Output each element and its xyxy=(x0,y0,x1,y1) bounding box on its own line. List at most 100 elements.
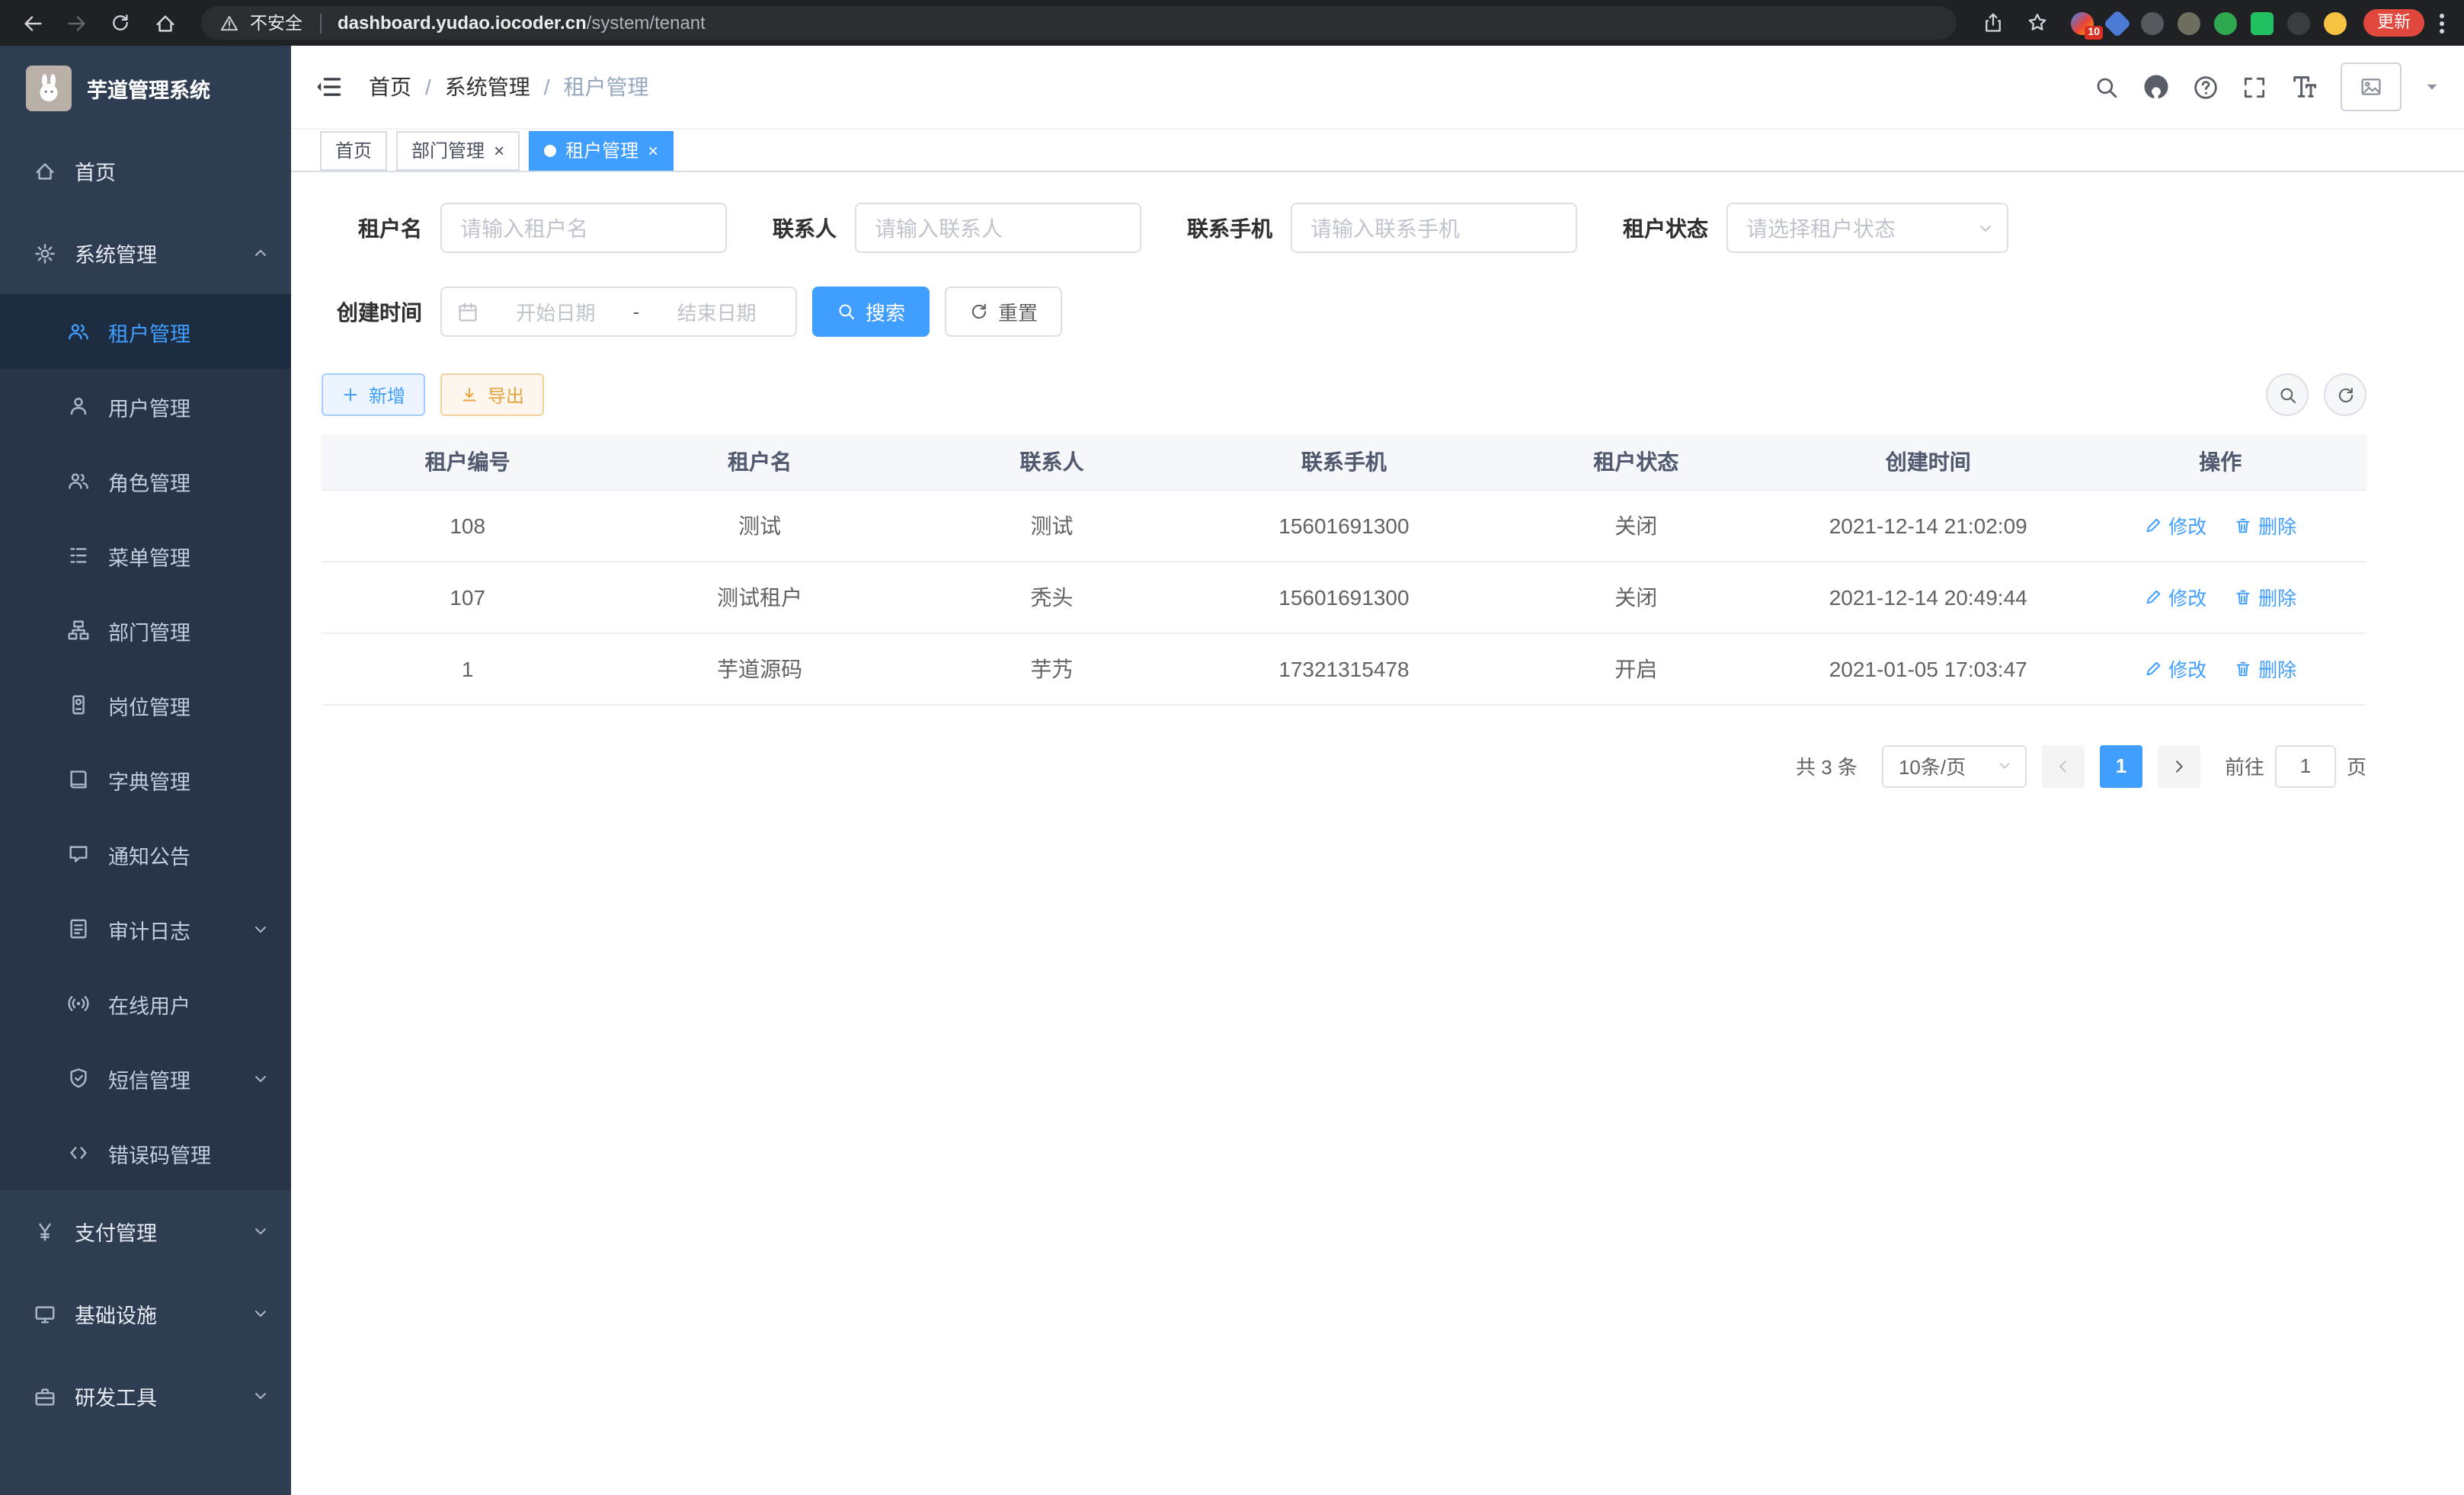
refresh-table-button[interactable] xyxy=(2324,373,2366,416)
security-label[interactable]: 不安全 xyxy=(250,11,302,35)
extension-icon-8[interactable] xyxy=(2324,11,2347,34)
delete-button[interactable]: 删除 xyxy=(2234,654,2296,683)
help-icon[interactable] xyxy=(2193,74,2219,100)
page-number[interactable]: 1 xyxy=(2100,744,2142,787)
org-tree-icon xyxy=(67,619,90,642)
sidebar-item-role[interactable]: 角色管理 xyxy=(0,443,291,518)
menu-fold-icon[interactable] xyxy=(315,73,343,101)
close-icon[interactable]: × xyxy=(494,141,504,159)
home-nav-icon[interactable] xyxy=(148,6,181,40)
delete-button[interactable]: 删除 xyxy=(2234,511,2296,539)
page-content: 租户名 联系人 联系手机 租户状态 xyxy=(291,172,2464,824)
create-time-label: 创建时间 xyxy=(322,296,422,327)
trash-icon xyxy=(2234,587,2252,606)
tenant-name-input[interactable] xyxy=(440,203,727,253)
sidebar: 芋道管理系统 首页 系统管理 租户管理 用户管理 角色管理 xyxy=(0,46,291,1495)
toolbox-icon xyxy=(34,1385,56,1407)
sidebar-item-dict[interactable]: 字典管理 xyxy=(0,742,291,817)
book-icon xyxy=(67,768,90,791)
sidebar-item-payment[interactable]: 支付管理 xyxy=(0,1190,291,1273)
page-size-select[interactable]: 10条/页 xyxy=(1882,744,2027,787)
sidebar-item-audit-log[interactable]: 审计日志 xyxy=(0,892,291,966)
sidebar-item-menu[interactable]: 菜单管理 xyxy=(0,518,291,593)
extension-icon-5[interactable] xyxy=(2214,11,2237,34)
close-icon[interactable]: × xyxy=(648,141,658,159)
table-header-row: 租户编号 租户名 联系人 联系手机 租户状态 创建时间 操作 xyxy=(322,434,2366,489)
fullscreen-icon[interactable] xyxy=(2242,74,2267,100)
sidebar-item-post[interactable]: 岗位管理 xyxy=(0,667,291,742)
toggle-search-button[interactable] xyxy=(2266,373,2309,416)
download-icon xyxy=(460,386,478,404)
edit-icon xyxy=(2144,516,2162,534)
share-icon[interactable] xyxy=(1976,6,2010,40)
refresh-icon xyxy=(969,302,989,322)
breadcrumb-system[interactable]: 系统管理 xyxy=(445,72,530,102)
phone-input[interactable] xyxy=(1291,203,1577,253)
sidebar-item-dept[interactable]: 部门管理 xyxy=(0,593,291,667)
delete-button[interactable]: 删除 xyxy=(2234,582,2296,611)
extension-icon-6[interactable] xyxy=(2251,11,2274,34)
add-button[interactable]: 新增 xyxy=(322,373,425,416)
back-icon[interactable] xyxy=(15,6,49,40)
users-icon xyxy=(67,320,90,343)
edit-button[interactable]: 修改 xyxy=(2144,511,2206,539)
table-row: 1 芋道源码 芋艿 17321315478 开启 2021-01-05 17:0… xyxy=(322,632,2366,704)
edit-button[interactable]: 修改 xyxy=(2144,582,2206,611)
system-submenu: 租户管理 用户管理 角色管理 菜单管理 部门管理 岗位管理 xyxy=(0,294,291,1190)
total-count: 共 3 条 xyxy=(1796,751,1858,780)
sidebar-item-infra[interactable]: 基础设施 xyxy=(0,1273,291,1355)
app-logo[interactable]: 芋道管理系统 xyxy=(0,46,291,130)
forward-icon[interactable] xyxy=(59,6,93,40)
extension-icon-3[interactable] xyxy=(2141,11,2164,34)
sidebar-item-user[interactable]: 用户管理 xyxy=(0,369,291,443)
prev-page-button[interactable] xyxy=(2042,744,2085,787)
extension-icon-2[interactable] xyxy=(2104,9,2132,37)
extension-icon-4[interactable] xyxy=(2178,11,2200,34)
sidebar-item-dev-tools[interactable]: 研发工具 xyxy=(0,1355,291,1437)
font-size-icon[interactable] xyxy=(2290,73,2318,101)
caret-down-icon[interactable] xyxy=(2424,79,2440,94)
url-text[interactable]: dashboard.yudao.iocoder.cn/system/tenant xyxy=(338,12,706,34)
bookmark-star-icon[interactable] xyxy=(2021,6,2054,40)
reload-icon[interactable] xyxy=(104,6,137,40)
tab-tenant[interactable]: 租户管理 × xyxy=(529,130,674,170)
sidebar-item-tenant[interactable]: 租户管理 xyxy=(0,294,291,369)
browser-menu-icon[interactable] xyxy=(2435,13,2449,33)
breadcrumb-home[interactable]: 首页 xyxy=(369,72,411,102)
chevron-down-icon xyxy=(1996,757,2013,774)
filter-contact: 联系人 xyxy=(773,203,1141,253)
filter-phone: 联系手机 xyxy=(1187,203,1577,253)
trash-icon xyxy=(2234,516,2252,534)
avatar[interactable] xyxy=(2341,62,2402,111)
update-button[interactable]: 更新 xyxy=(2363,9,2424,37)
sidebar-item-home[interactable]: 首页 xyxy=(0,130,291,212)
next-page-button[interactable] xyxy=(2158,744,2200,787)
sidebar-item-system[interactable]: 系统管理 xyxy=(0,212,291,294)
extension-icon-1[interactable]: 10 xyxy=(2071,11,2094,34)
tab-home[interactable]: 首页 xyxy=(320,130,387,170)
edit-button[interactable]: 修改 xyxy=(2144,654,2206,683)
sidebar-item-notice[interactable]: 通知公告 xyxy=(0,817,291,892)
extension-icon-7[interactable] xyxy=(2287,11,2310,34)
main-area: 首页 / 系统管理 / 租户管理 首页 xyxy=(291,46,2464,1495)
export-button[interactable]: 导出 xyxy=(440,373,544,416)
search-button[interactable]: 搜索 xyxy=(812,287,930,337)
app-title: 芋道管理系统 xyxy=(87,72,210,103)
search-icon[interactable] xyxy=(2094,74,2120,100)
gear-icon xyxy=(34,242,56,264)
sidebar-item-error-code[interactable]: 错误码管理 xyxy=(0,1116,291,1190)
status-select[interactable] xyxy=(1726,203,2008,253)
contact-input[interactable] xyxy=(855,203,1141,253)
table-toolbar: 新增 导出 xyxy=(322,373,2366,416)
goto-page-input[interactable] xyxy=(2275,744,2336,787)
date-range-picker[interactable]: 开始日期 - 结束日期 xyxy=(440,287,797,337)
reset-button[interactable]: 重置 xyxy=(945,287,1062,337)
tab-dept[interactable]: 部门管理 × xyxy=(396,130,520,170)
sidebar-item-online-user[interactable]: 在线用户 xyxy=(0,966,291,1041)
sidebar-item-sms[interactable]: 短信管理 xyxy=(0,1041,291,1116)
address-bar[interactable]: 不安全 dashboard.yudao.iocoder.cn/system/te… xyxy=(201,6,1957,40)
home-icon xyxy=(34,159,56,182)
code-icon xyxy=(67,1141,90,1164)
date-end-placeholder: 结束日期 xyxy=(653,297,780,326)
github-icon[interactable] xyxy=(2142,73,2170,101)
